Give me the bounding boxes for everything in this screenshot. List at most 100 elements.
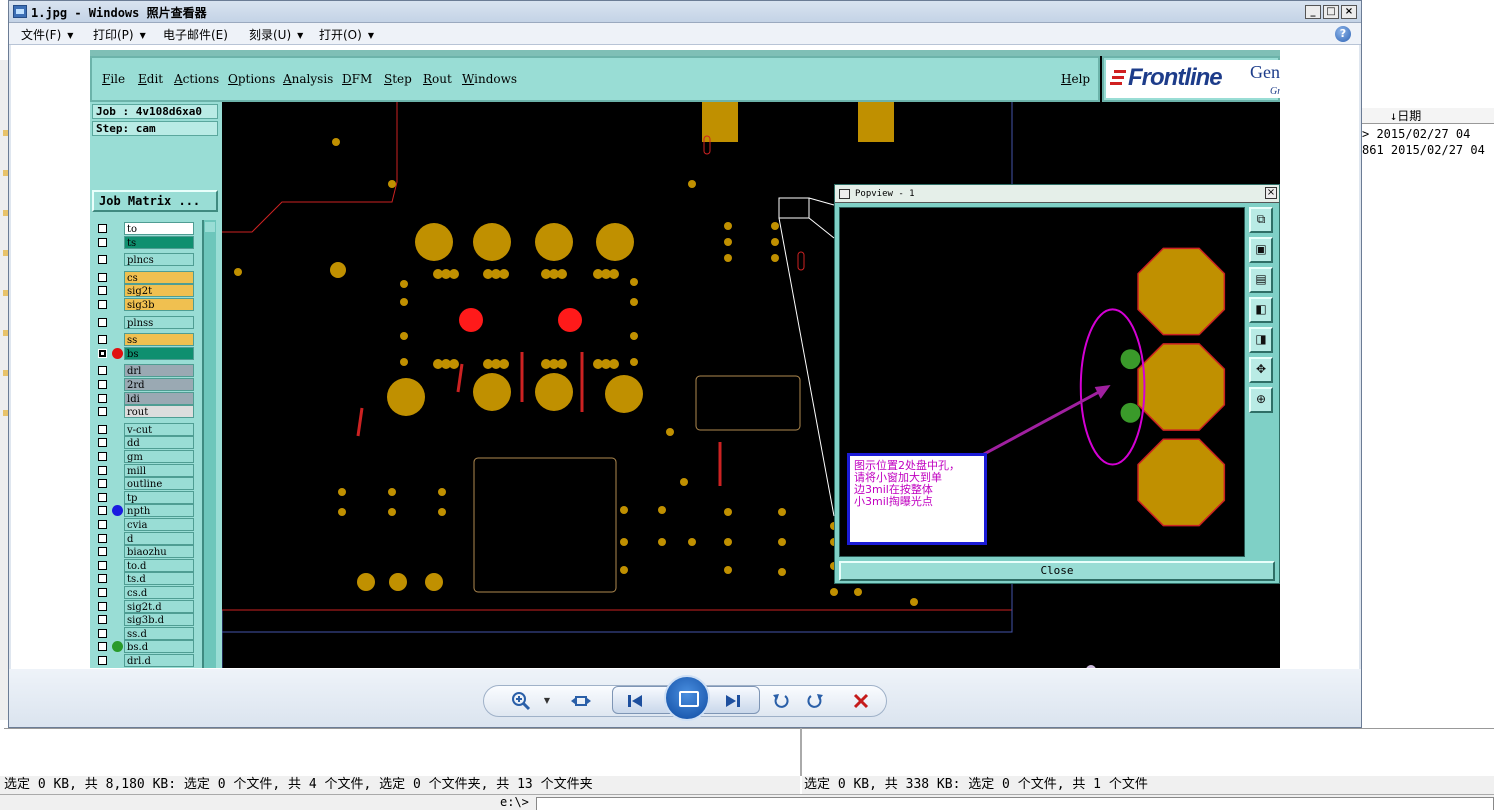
layer-name[interactable]: ss xyxy=(124,333,194,347)
genesis-menu-edit[interactable]: Edit xyxy=(138,72,163,86)
layer-row-sig3b[interactable]: sig3b xyxy=(94,298,198,311)
layer-row-mill[interactable]: mill xyxy=(94,463,198,477)
layer-name[interactable]: plncs xyxy=(124,253,194,267)
layer-row-bs.d[interactable]: bs.d xyxy=(94,640,198,654)
layer-name[interactable]: plnss xyxy=(124,315,194,329)
chevron-down-icon[interactable]: ▼ xyxy=(535,689,559,713)
genesis-menu-dfm[interactable]: DFM xyxy=(342,72,372,86)
layer-name[interactable]: bs.d xyxy=(124,640,194,654)
fit-icon[interactable] xyxy=(569,689,593,713)
layer-row-sig3b.d[interactable]: sig3b.d xyxy=(94,613,198,627)
layer-checkbox[interactable] xyxy=(98,452,107,461)
layer-name[interactable]: cvia xyxy=(124,518,194,531)
layer-row-sig2t.d[interactable]: sig2t.d xyxy=(94,599,198,613)
close-button[interactable]: × xyxy=(1341,5,1357,19)
pan-right-icon[interactable]: ◨ xyxy=(1249,327,1273,353)
genesis-menu-options[interactable]: Options xyxy=(228,72,275,86)
layer-checkbox[interactable] xyxy=(98,560,107,570)
layer-row-ts[interactable]: ts xyxy=(94,235,198,249)
layer-name[interactable]: to.d xyxy=(124,558,194,572)
layer-checkbox[interactable] xyxy=(98,533,107,543)
zoom-out-icon[interactable]: ▤ xyxy=(1249,267,1273,293)
layer-name[interactable]: rout xyxy=(124,405,194,419)
slideshow-icon[interactable] xyxy=(664,675,710,721)
layer-checkbox[interactable] xyxy=(98,300,107,309)
job-matrix-button[interactable]: Job Matrix ... xyxy=(92,190,218,212)
layer-row-2rd[interactable]: 2rd xyxy=(94,378,198,391)
layer-name[interactable]: ts xyxy=(124,235,194,249)
rotate-ccw-icon[interactable] xyxy=(769,689,793,713)
zoom-in-icon[interactable]: ▣ xyxy=(1249,237,1273,263)
layer-checkbox[interactable] xyxy=(98,424,107,434)
layer-checkbox[interactable] xyxy=(98,366,107,376)
zoom-window-icon[interactable]: ⧉ xyxy=(1249,207,1273,233)
rotate-cw-icon[interactable] xyxy=(803,689,827,713)
genesis-menu-windows[interactable]: Windows xyxy=(462,72,517,86)
layer-row-tp[interactable]: tp xyxy=(94,490,198,504)
file-row[interactable]: > 2015/02/27 04 xyxy=(1362,126,1494,142)
layer-name[interactable]: ss.d xyxy=(124,626,194,640)
previous-icon[interactable] xyxy=(623,689,647,713)
layer-row-cvia[interactable]: cvia xyxy=(94,518,198,531)
layer-checkbox[interactable] xyxy=(98,335,107,345)
next-icon[interactable] xyxy=(721,689,745,713)
layer-checkbox[interactable] xyxy=(98,224,107,233)
layer-row-npth[interactable]: npth xyxy=(94,504,198,518)
layer-row-ss[interactable]: ss xyxy=(94,333,198,347)
genesis-menu-actions[interactable]: Actions xyxy=(174,72,219,86)
layer-checkbox[interactable] xyxy=(98,272,107,282)
layer-checkbox[interactable] xyxy=(98,348,107,358)
layer-checkbox[interactable] xyxy=(98,255,107,265)
zoom-icon[interactable] xyxy=(509,689,533,713)
layer-checkbox[interactable] xyxy=(98,317,107,327)
layer-checkbox[interactable] xyxy=(98,479,107,489)
layer-checkbox[interactable] xyxy=(98,601,107,611)
layer-checkbox[interactable] xyxy=(98,656,107,665)
layer-name[interactable]: bs xyxy=(124,346,194,360)
panel-splitter[interactable] xyxy=(800,728,802,776)
layer-row-sig2t[interactable]: sig2t xyxy=(94,284,198,298)
layer-row-plnss[interactable]: plnss xyxy=(94,315,198,329)
layer-row-drl[interactable]: drl xyxy=(94,364,198,378)
layer-row-gm[interactable]: gm xyxy=(94,450,198,463)
layer-name[interactable]: mill xyxy=(124,463,194,477)
menu-burn[interactable]: 刻录(U) ▼ xyxy=(249,26,303,43)
layer-checkbox[interactable] xyxy=(98,465,107,475)
layer-name[interactable]: dd xyxy=(124,436,194,450)
layer-name[interactable]: outline xyxy=(124,477,194,491)
layer-name[interactable]: tp xyxy=(124,490,194,504)
layer-row-ts.d[interactable]: ts.d xyxy=(94,572,198,586)
layer-checkbox[interactable] xyxy=(98,628,107,638)
genesis-menu-file[interactable]: File xyxy=(102,72,125,86)
layer-name[interactable]: drl xyxy=(124,364,194,378)
layer-checkbox[interactable] xyxy=(98,438,107,448)
layer-name[interactable]: 2rd xyxy=(124,378,194,391)
layer-name[interactable]: sig3b.d xyxy=(124,613,194,627)
layer-checkbox[interactable] xyxy=(98,574,107,584)
layer-row-plncs[interactable]: plncs xyxy=(94,253,198,267)
layer-name[interactable]: drl.d xyxy=(124,654,194,667)
layer-name[interactable]: biaozhu xyxy=(124,545,194,559)
layer-row-to[interactable]: to xyxy=(94,222,198,235)
fit-icon[interactable]: ✥ xyxy=(1249,357,1273,383)
layer-name[interactable]: cs.d xyxy=(124,586,194,599)
popview-close-button[interactable]: Close xyxy=(839,561,1275,581)
genesis-menu-rout[interactable]: Rout xyxy=(423,72,452,86)
menu-open[interactable]: 打开(O) ▼ xyxy=(319,26,374,43)
layer-name[interactable]: v-cut xyxy=(124,422,194,436)
layer-name[interactable]: ts.d xyxy=(124,572,194,586)
layer-checkbox[interactable] xyxy=(98,380,107,389)
layer-row-bs[interactable]: bs xyxy=(94,346,198,360)
layer-checkbox[interactable] xyxy=(98,642,107,652)
pan-left-icon[interactable]: ◧ xyxy=(1249,297,1273,323)
column-header-date[interactable]: ↓日期 xyxy=(1360,108,1494,124)
title-bar[interactable]: 1.jpg - Windows 照片查看器 _ □ × xyxy=(9,1,1361,23)
minimize-button[interactable]: _ xyxy=(1305,5,1321,19)
layer-row-rout[interactable]: rout xyxy=(94,405,198,419)
layer-row-dd[interactable]: dd xyxy=(94,436,198,450)
popview-title-bar[interactable]: Popview - 1 × xyxy=(835,185,1279,203)
layer-name[interactable]: d xyxy=(124,531,194,545)
layer-name[interactable]: npth xyxy=(124,504,194,518)
layer-checkbox[interactable] xyxy=(98,547,107,557)
layer-checkbox[interactable] xyxy=(98,237,107,247)
